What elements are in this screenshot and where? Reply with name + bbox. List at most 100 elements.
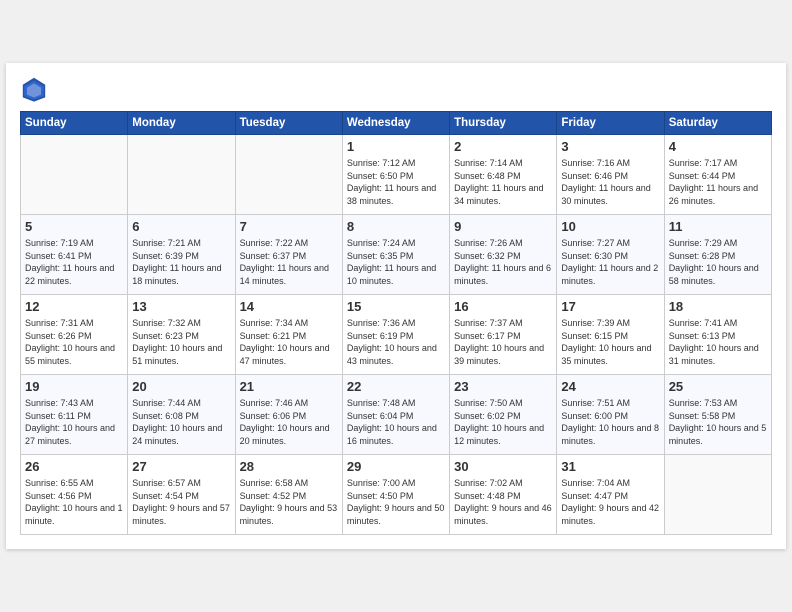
day-info: Sunrise: 7:14 AMSunset: 6:48 PMDaylight:… — [454, 157, 552, 207]
calendar-cell: 9 Sunrise: 7:26 AMSunset: 6:32 PMDaylight… — [450, 215, 557, 295]
day-number: 6 — [132, 219, 230, 234]
logo — [20, 75, 52, 103]
calendar-cell: 30 Sunrise: 7:02 AMSunset: 4:48 PMDayligh… — [450, 455, 557, 535]
day-number: 10 — [561, 219, 659, 234]
calendar-cell: 18Sunrise: 7:41 AMSunset: 6:13 PMDayligh… — [664, 295, 771, 375]
calendar-cell: 19 Sunrise: 7:43 AMSunset: 6:11 PMDayligh… — [21, 375, 128, 455]
day-info: Sunrise: 7:26 AMSunset: 6:32 PMDaylight:… — [454, 237, 552, 287]
day-number: 18 — [669, 299, 767, 314]
calendar-cell: 20Sunrise: 7:44 AMSunset: 6:08 PMDayligh… — [128, 375, 235, 455]
calendar-week-row: 12 Sunrise: 7:31 AMSunset: 6:26 PMDayligh… — [21, 295, 772, 375]
calendar-cell: 26 Sunrise: 6:55 AMSunset: 4:56 PMDayligh… — [21, 455, 128, 535]
day-info: Sunrise: 7:21 AMSunset: 6:39 PMDaylight:… — [132, 237, 230, 287]
day-number: 23 — [454, 379, 552, 394]
calendar-cell: 25 Sunrise: 7:53 AMSunset: 5:58 PMDayligh… — [664, 375, 771, 455]
calendar-cell: 22 Sunrise: 7:48 AMSunset: 6:04 PMDayligh… — [342, 375, 449, 455]
day-info: Sunrise: 7:16 AMSunset: 6:46 PMDaylight:… — [561, 157, 659, 207]
weekday-header-thursday: Thursday — [450, 112, 557, 135]
weekday-header-saturday: Saturday — [664, 112, 771, 135]
calendar-cell: 21 Sunrise: 7:46 AMSunset: 6:06 PMDayligh… — [235, 375, 342, 455]
day-info: Sunrise: 7:36 AMSunset: 6:19 PMDaylight:… — [347, 317, 445, 367]
day-number: 29 — [347, 459, 445, 474]
day-info: Sunrise: 7:43 AMSunset: 6:11 PMDaylight:… — [25, 397, 123, 447]
header — [20, 75, 772, 103]
day-number: 21 — [240, 379, 338, 394]
day-number: 25 — [669, 379, 767, 394]
day-info: Sunrise: 7:46 AMSunset: 6:06 PMDaylight:… — [240, 397, 338, 447]
day-info: Sunrise: 6:58 AMSunset: 4:52 PMDaylight:… — [240, 477, 338, 527]
day-number: 16 — [454, 299, 552, 314]
calendar-cell: 23Sunrise: 7:50 AMSunset: 6:02 PMDayligh… — [450, 375, 557, 455]
day-info: Sunrise: 7:24 AMSunset: 6:35 PMDaylight:… — [347, 237, 445, 287]
calendar-cell: 5 Sunrise: 7:19 AMSunset: 6:41 PMDaylight… — [21, 215, 128, 295]
weekday-header-friday: Friday — [557, 112, 664, 135]
calendar-cell: 14 Sunrise: 7:34 AMSunset: 6:21 PMDayligh… — [235, 295, 342, 375]
weekday-header-sunday: Sunday — [21, 112, 128, 135]
calendar-cell — [235, 135, 342, 215]
day-number: 26 — [25, 459, 123, 474]
calendar-cell: 27 Sunrise: 6:57 AMSunset: 4:54 PMDayligh… — [128, 455, 235, 535]
day-number: 28 — [240, 459, 338, 474]
day-number: 15 — [347, 299, 445, 314]
calendar-container: SundayMondayTuesdayWednesdayThursdayFrid… — [6, 63, 786, 549]
calendar-cell: 17Sunrise: 7:39 AMSunset: 6:15 PMDayligh… — [557, 295, 664, 375]
day-info: Sunrise: 7:29 AMSunset: 6:28 PMDaylight:… — [669, 237, 767, 287]
day-info: Sunrise: 7:04 AMSunset: 4:47 PMDaylight:… — [561, 477, 659, 527]
day-info: Sunrise: 7:53 AMSunset: 5:58 PMDaylight:… — [669, 397, 767, 447]
calendar-cell: 11 Sunrise: 7:29 AMSunset: 6:28 PMDayligh… — [664, 215, 771, 295]
day-info: Sunrise: 6:55 AMSunset: 4:56 PMDaylight:… — [25, 477, 123, 527]
day-info: Sunrise: 7:00 AMSunset: 4:50 PMDaylight:… — [347, 477, 445, 527]
day-info: Sunrise: 7:32 AMSunset: 6:23 PMDaylight:… — [132, 317, 230, 367]
weekday-header-tuesday: Tuesday — [235, 112, 342, 135]
calendar-week-row: 26 Sunrise: 6:55 AMSunset: 4:56 PMDayligh… — [21, 455, 772, 535]
calendar-cell: 15 Sunrise: 7:36 AMSunset: 6:19 PMDayligh… — [342, 295, 449, 375]
calendar-cell: 7 Sunrise: 7:22 AMSunset: 6:37 PMDaylight… — [235, 215, 342, 295]
calendar-cell: 29 Sunrise: 7:00 AMSunset: 4:50 PMDayligh… — [342, 455, 449, 535]
day-number: 13 — [132, 299, 230, 314]
day-number: 5 — [25, 219, 123, 234]
day-number: 30 — [454, 459, 552, 474]
day-number: 4 — [669, 139, 767, 154]
day-number: 27 — [132, 459, 230, 474]
day-number: 19 — [25, 379, 123, 394]
calendar-cell: 28 Sunrise: 6:58 AMSunset: 4:52 PMDayligh… — [235, 455, 342, 535]
day-info: Sunrise: 6:57 AMSunset: 4:54 PMDaylight:… — [132, 477, 230, 527]
day-info: Sunrise: 7:34 AMSunset: 6:21 PMDaylight:… — [240, 317, 338, 367]
calendar-week-row: 5 Sunrise: 7:19 AMSunset: 6:41 PMDaylight… — [21, 215, 772, 295]
calendar-cell: 31 Sunrise: 7:04 AMSunset: 4:47 PMDayligh… — [557, 455, 664, 535]
day-info: Sunrise: 7:22 AMSunset: 6:37 PMDaylight:… — [240, 237, 338, 287]
day-info: Sunrise: 7:02 AMSunset: 4:48 PMDaylight:… — [454, 477, 552, 527]
day-number: 31 — [561, 459, 659, 474]
day-number: 22 — [347, 379, 445, 394]
calendar-cell: 10 Sunrise: 7:27 AMSunset: 6:30 PMDayligh… — [557, 215, 664, 295]
day-number: 7 — [240, 219, 338, 234]
day-info: Sunrise: 7:17 AMSunset: 6:44 PMDaylight:… — [669, 157, 767, 207]
day-info: Sunrise: 7:19 AMSunset: 6:41 PMDaylight:… — [25, 237, 123, 287]
calendar-cell — [664, 455, 771, 535]
calendar-table: SundayMondayTuesdayWednesdayThursdayFrid… — [20, 111, 772, 535]
day-number: 9 — [454, 219, 552, 234]
calendar-cell: 2Sunrise: 7:14 AMSunset: 6:48 PMDaylight… — [450, 135, 557, 215]
calendar-cell: 24Sunrise: 7:51 AMSunset: 6:00 PMDayligh… — [557, 375, 664, 455]
day-info: Sunrise: 7:48 AMSunset: 6:04 PMDaylight:… — [347, 397, 445, 447]
calendar-cell: 3 Sunrise: 7:16 AMSunset: 6:46 PMDaylight… — [557, 135, 664, 215]
day-number: 24 — [561, 379, 659, 394]
calendar-cell — [128, 135, 235, 215]
day-number: 8 — [347, 219, 445, 234]
day-info: Sunrise: 7:27 AMSunset: 6:30 PMDaylight:… — [561, 237, 659, 287]
weekday-header-row: SundayMondayTuesdayWednesdayThursdayFrid… — [21, 112, 772, 135]
day-number: 12 — [25, 299, 123, 314]
calendar-cell: 16 Sunrise: 7:37 AMSunset: 6:17 PMDayligh… — [450, 295, 557, 375]
calendar-cell: 6 Sunrise: 7:21 AMSunset: 6:39 PMDaylight… — [128, 215, 235, 295]
day-number: 3 — [561, 139, 659, 154]
day-number: 14 — [240, 299, 338, 314]
calendar-cell: 8 Sunrise: 7:24 AMSunset: 6:35 PMDaylight… — [342, 215, 449, 295]
day-number: 11 — [669, 219, 767, 234]
calendar-cell: 13 Sunrise: 7:32 AMSunset: 6:23 PMDayligh… — [128, 295, 235, 375]
day-info: Sunrise: 7:31 AMSunset: 6:26 PMDaylight:… — [25, 317, 123, 367]
calendar-cell — [21, 135, 128, 215]
calendar-cell: 12 Sunrise: 7:31 AMSunset: 6:26 PMDayligh… — [21, 295, 128, 375]
day-info: Sunrise: 7:39 AMSunset: 6:15 PMDaylight:… — [561, 317, 659, 367]
day-info: Sunrise: 7:37 AMSunset: 6:17 PMDaylight:… — [454, 317, 552, 367]
weekday-header-wednesday: Wednesday — [342, 112, 449, 135]
